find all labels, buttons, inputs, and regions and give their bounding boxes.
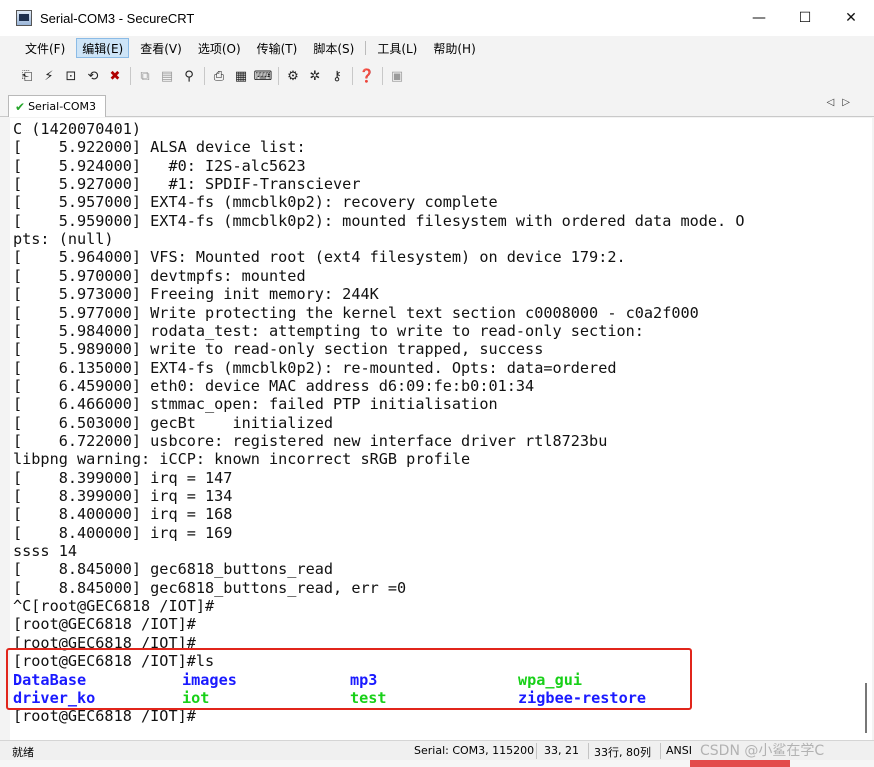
status-encoding: ANSI xyxy=(666,744,692,757)
print-icon[interactable]: ⎙ xyxy=(210,67,228,85)
terminal-line: [ 8.400000] irq = 169 xyxy=(13,523,233,542)
taskbar-red-button xyxy=(690,760,790,767)
status-divider xyxy=(660,743,661,759)
toolbar-divider xyxy=(382,67,383,85)
menu-edit[interactable]: 编辑(E) xyxy=(76,38,130,58)
terminal-line: [ 5.973000] Freeing init memory: 244K xyxy=(13,285,379,304)
taskbar-strip xyxy=(0,760,874,767)
title-bar: Serial-COM3 - SecureCRT — ☐ ✕ xyxy=(0,0,874,36)
terminal-line: [ 8.845000] gec6818_buttons_read, err =0 xyxy=(13,578,407,597)
terminal-line: libpng warning: iCCP: known incorrect sR… xyxy=(13,450,471,469)
window-title: Serial-COM3 - SecureCRT xyxy=(40,10,195,26)
copy-icon[interactable]: ⧉ xyxy=(136,67,154,85)
terminal-line: [ 5.964000] VFS: Mounted root (ext4 file… xyxy=(13,248,626,267)
session-tab-strip: ✔ Serial-COM3 ◁▷ xyxy=(0,92,874,117)
terminal-line: [ 6.503000] gecBt initialized xyxy=(13,413,334,432)
maximize-button[interactable]: ☐ xyxy=(782,0,828,36)
status-size: 33行, 80列 xyxy=(594,746,651,759)
menu-script[interactable]: 脚本(S) xyxy=(308,38,359,58)
terminal-line: [ 8.399000] irq = 134 xyxy=(13,487,233,505)
help-icon[interactable]: ❓ xyxy=(358,67,376,85)
terminal-line: [ 5.922000] ALSA device list: xyxy=(13,138,306,157)
terminal-line: [ 5.977000] Write protecting the kernel … xyxy=(13,303,699,322)
tab-label: Serial-COM3 xyxy=(28,100,96,113)
terminal-line: [ 5.957000] EXT4-fs (mmcblk0p2): recover… xyxy=(13,193,498,212)
menu-options[interactable]: 选项(O) xyxy=(193,38,246,58)
terminal-line: [ 5.984000] rodata_test: attempting to w… xyxy=(13,321,644,340)
print-selection-icon[interactable]: ⌨ xyxy=(254,67,273,85)
terminal-line: [ 6.135000] EXT4-fs (mmcblk0p2): re-moun… xyxy=(13,358,617,377)
terminal-line: [ 6.722000] usbcore: registered new inte… xyxy=(13,431,608,450)
terminal-line: [ 8.399000] irq = 147 xyxy=(13,468,233,487)
keymap-icon[interactable]: ⚷ xyxy=(328,67,346,85)
connect-icon[interactable]: ⎗ xyxy=(18,67,36,85)
status-divider xyxy=(536,743,537,759)
quick-connect-icon[interactable]: ⚡ xyxy=(40,67,58,85)
session-options-icon[interactable]: ⚙ xyxy=(284,67,302,85)
minimize-button[interactable]: — xyxy=(736,0,782,36)
terminal-output[interactable]: C (1420070401)[ 5.922000] ALSA device li… xyxy=(10,118,860,740)
csdn-watermark: CSDN @小鲨在学C xyxy=(700,743,825,759)
terminal-line: [ 8.845000] gec6818_buttons_read xyxy=(13,560,334,579)
terminal-line: [ 5.970000] devtmpfs: mounted xyxy=(13,266,306,285)
reconnect-icon[interactable]: ⟲ xyxy=(84,67,102,85)
terminal-line: ssss 14 xyxy=(13,542,78,561)
tab-scroll-arrows[interactable]: ◁▷ xyxy=(827,97,858,108)
menu-tools[interactable]: 工具(L) xyxy=(372,38,422,58)
tab-serial-com3[interactable]: ✔ Serial-COM3 xyxy=(8,95,106,117)
global-options-icon[interactable]: ✲ xyxy=(306,67,324,85)
securecrt-app-icon xyxy=(16,10,32,26)
status-connection: Serial: COM3, 115200 xyxy=(414,744,535,757)
terminal-line: [ 6.459000] eth0: device MAC address d6:… xyxy=(13,376,535,395)
terminal-line: ^C[root@GEC6818 /IOT]# xyxy=(13,597,215,616)
menu-view[interactable]: 查看(V) xyxy=(135,38,187,58)
scrollbar-thumb[interactable] xyxy=(865,683,867,733)
window-controls: — ☐ ✕ xyxy=(736,0,874,36)
terminal-line: [ 5.959000] EXT4-fs (mmcblk0p2): mounted… xyxy=(13,211,745,230)
sftp-icon[interactable]: ▣ xyxy=(388,67,406,85)
menu-help[interactable]: 帮助(H) xyxy=(428,38,480,58)
status-divider xyxy=(588,743,589,759)
menu-transfer[interactable]: 传输(T) xyxy=(252,38,303,58)
terminal-line: [ 5.924000] #0: I2S-alc5623 xyxy=(13,156,306,175)
terminal-line: [ 6.466000] stmmac_open: failed PTP init… xyxy=(13,395,498,414)
terminal-line: C (1420070401) xyxy=(13,120,142,138)
print-setup-icon[interactable]: ▦ xyxy=(232,67,250,85)
toolbar-divider xyxy=(352,67,353,85)
menu-bar: 文件(F) 编辑(E) 查看(V) 选项(O) 传输(T) 脚本(S) 工具(L… xyxy=(0,36,874,60)
close-button[interactable]: ✕ xyxy=(828,0,874,36)
status-ready: 就绪 xyxy=(12,746,34,759)
disconnect-icon[interactable]: ✖ xyxy=(106,67,124,85)
connect-in-tab-icon[interactable]: ⊡ xyxy=(62,67,80,85)
toolbar-divider xyxy=(130,67,131,85)
menu-divider xyxy=(365,41,367,55)
paste-icon[interactable]: ▤ xyxy=(158,67,176,85)
toolbar-divider xyxy=(278,67,279,85)
terminal-line: [root@GEC6818 /IOT]# xyxy=(13,615,196,634)
connected-check-icon: ✔ xyxy=(15,99,26,114)
toolbar: ⎗ ⚡ ⊡ ⟲ ✖ ⧉ ▤ ⚲ ⎙ ▦ ⌨ ⚙ ✲ ⚷ ❓ ▣ xyxy=(0,60,874,92)
terminal-line: [ 8.400000] irq = 168 xyxy=(13,505,233,524)
terminal-line: [ 5.989000] write to read-only section t… xyxy=(13,340,544,359)
terminal-line: [ 5.927000] #1: SPDIF-Transciever xyxy=(13,175,361,194)
find-icon[interactable]: ⚲ xyxy=(180,67,198,85)
status-cursor: 33, 21 xyxy=(544,744,579,757)
toolbar-divider xyxy=(204,67,205,85)
terminal-line: pts: (null) xyxy=(13,230,114,249)
menu-file[interactable]: 文件(F) xyxy=(20,38,70,58)
terminal-scrollbar[interactable] xyxy=(860,118,872,740)
ls-highlight-box xyxy=(6,648,692,710)
